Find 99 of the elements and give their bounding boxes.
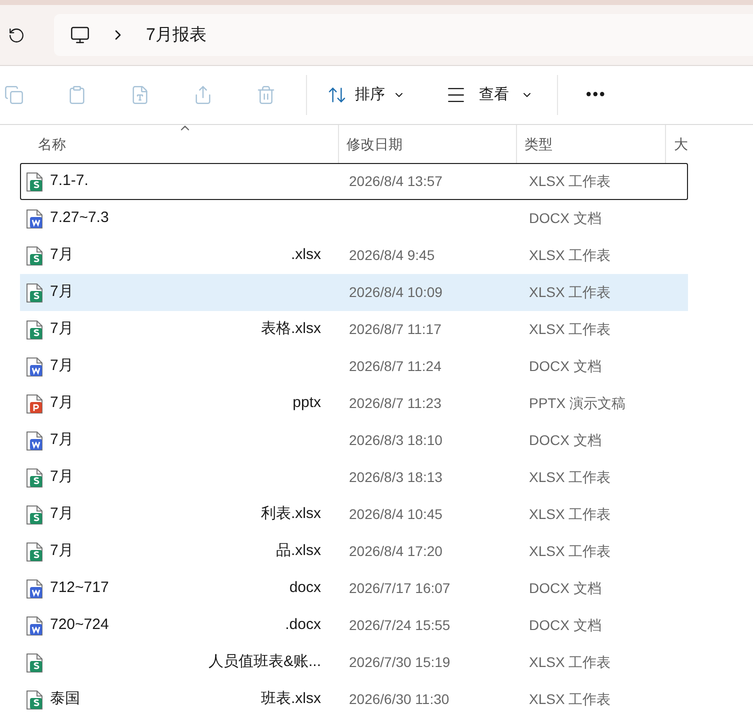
file-icon <box>26 652 44 672</box>
file-row[interactable]: 人员值班表&账... 2026/7/30 15:19 XLSX 工作表 <box>20 644 688 681</box>
file-name: 7月 <box>50 319 74 340</box>
sort-icon <box>327 85 347 105</box>
date-cell: 2026/8/4 9:45 <box>349 247 435 263</box>
rename-icon[interactable] <box>130 85 150 105</box>
date-cell: 2026/8/4 17:20 <box>349 543 442 559</box>
type-cell: DOCX 文档 <box>529 210 602 226</box>
file-name: 7月 <box>50 245 74 266</box>
file-name: .docx <box>285 615 321 636</box>
column-header[interactable]: 修改日期 <box>338 125 516 163</box>
date-cell: 2026/8/4 10:09 <box>349 284 442 300</box>
file-name: 7.27~7.3 <box>50 208 109 228</box>
file-icon <box>26 430 44 450</box>
sort-button[interactable]: 排序 <box>323 84 409 106</box>
file-icon <box>26 616 44 636</box>
file-name: 7月 <box>50 282 74 302</box>
file-icon <box>26 542 44 562</box>
file-row[interactable]: 7月 2026/8/3 18:13 XLSX 工作表 <box>20 459 688 496</box>
file-name: 7月 <box>50 504 74 524</box>
file-icon <box>26 394 44 414</box>
file-name: 班表.xlsx <box>261 689 321 710</box>
file-row[interactable]: 7月 2026/8/3 18:10 DOCX 文档 <box>20 422 688 459</box>
computer-icon[interactable] <box>70 25 90 45</box>
file-row[interactable]: 7.1-7. 2026/8/4 13:57 XLSX 工作表 <box>20 163 688 200</box>
file-icon <box>26 246 44 266</box>
file-icon <box>26 208 44 228</box>
file-name: 利表.xlsx <box>261 504 321 524</box>
type-cell: XLSX 工作表 <box>529 506 611 522</box>
date-cell: 2026/7/24 15:55 <box>349 617 450 633</box>
file-row[interactable]: 7月 .xlsx 2026/8/4 9:45 XLSX 工作表 <box>20 237 688 274</box>
date-cell: 2026/7/17 16:07 <box>349 580 450 596</box>
file-icon <box>26 282 44 302</box>
type-cell: XLSX 工作表 <box>529 691 611 707</box>
type-cell: DOCX 文档 <box>529 432 602 448</box>
view-button[interactable]: 查看 <box>441 84 537 106</box>
file-row[interactable]: 泰国 班表.xlsx 2026/6/30 11:30 XLSX 工作表 <box>20 681 688 718</box>
date-cell: 2026/8/3 18:13 <box>349 469 442 485</box>
type-cell: PPTX 演示文稿 <box>529 395 626 411</box>
type-cell: XLSX 工作表 <box>529 469 611 485</box>
copy-icon[interactable] <box>4 85 24 105</box>
type-cell: XLSX 工作表 <box>529 543 611 559</box>
file-row[interactable]: 720~724 .docx 2026/7/24 15:55 DOCX 文档 <box>20 607 688 644</box>
file-name: 7月 <box>50 467 74 488</box>
file-name: .xlsx <box>291 245 321 266</box>
file-name: docx <box>289 578 321 598</box>
path-segment[interactable]: 7月报表 <box>146 22 206 48</box>
date-cell: 2026/8/7 11:17 <box>349 321 442 337</box>
date-cell: 2026/8/7 11:23 <box>349 395 442 411</box>
file-row[interactable]: 7月 表格.xlsx 2026/8/7 11:17 XLSX 工作表 <box>20 311 688 348</box>
share-icon[interactable] <box>193 85 213 105</box>
file-name: 7月 <box>50 356 74 376</box>
type-cell: XLSX 工作表 <box>529 321 611 337</box>
file-row[interactable]: 712~717 docx 2026/7/17 16:07 DOCX 文档 <box>20 570 688 607</box>
type-cell: DOCX 文档 <box>529 580 602 596</box>
file-name: 人员值班表&账... <box>208 652 321 672</box>
delete-icon[interactable] <box>256 85 276 105</box>
file-name: 品.xlsx <box>276 541 321 562</box>
file-row[interactable]: 7月 2026/8/4 10:09 XLSX 工作表 <box>20 274 688 311</box>
type-cell: XLSX 工作表 <box>529 247 611 263</box>
file-name: 7月 <box>50 393 74 414</box>
refresh-icon[interactable] <box>8 26 25 44</box>
type-cell: DOCX 文档 <box>529 617 602 633</box>
file-row[interactable]: 7月 pptx 2026/8/7 11:23 PPTX 演示文稿 <box>20 385 688 422</box>
date-cell: 2026/8/4 10:45 <box>349 506 442 522</box>
file-row[interactable]: 7月 2026/8/7 11:24 DOCX 文档 <box>20 348 688 385</box>
type-cell: XLSX 工作表 <box>529 284 611 300</box>
file-name: 720~724 <box>50 615 109 636</box>
paste-icon[interactable] <box>67 85 87 105</box>
file-name: 表格.xlsx <box>261 319 321 340</box>
file-name: 7.1-7. <box>50 171 88 192</box>
file-row[interactable]: 7月 品.xlsx 2026/8/4 17:20 XLSX 工作表 <box>20 533 688 570</box>
type-cell: DOCX 文档 <box>529 358 602 374</box>
file-icon <box>26 578 44 598</box>
file-row[interactable]: 7月 利表.xlsx 2026/8/4 10:45 XLSX 工作表 <box>20 496 688 533</box>
date-cell: 2026/8/7 11:24 <box>349 358 442 374</box>
file-icon <box>26 504 44 524</box>
address-bar[interactable]: 7月报表 <box>54 14 753 56</box>
column-header[interactable]: 名称 <box>0 125 338 163</box>
type-cell: XLSX 工作表 <box>529 173 611 189</box>
date-cell: 2026/8/3 18:10 <box>349 432 442 448</box>
column-header[interactable]: 类型 <box>516 125 666 163</box>
type-cell: XLSX 工作表 <box>529 654 611 670</box>
file-row[interactable]: 7.27~7.3 DOCX 文档 <box>20 200 688 237</box>
file-name: 712~717 <box>50 578 109 598</box>
file-icon <box>26 172 44 192</box>
file-icon <box>26 690 44 710</box>
file-icon <box>26 468 44 488</box>
more-button[interactable]: ••• <box>578 84 614 106</box>
file-icon <box>26 320 44 340</box>
column-header[interactable]: 大 <box>665 125 688 163</box>
file-name: 7月 <box>50 541 74 562</box>
date-cell: 2026/8/4 13:57 <box>349 173 442 189</box>
file-name: 泰国 <box>50 689 80 710</box>
date-cell: 2026/6/30 11:30 <box>349 691 450 707</box>
date-cell: 2026/7/30 15:19 <box>349 654 450 670</box>
file-name: 7月 <box>50 430 74 450</box>
file-name: pptx <box>292 393 321 414</box>
file-icon <box>26 356 44 376</box>
